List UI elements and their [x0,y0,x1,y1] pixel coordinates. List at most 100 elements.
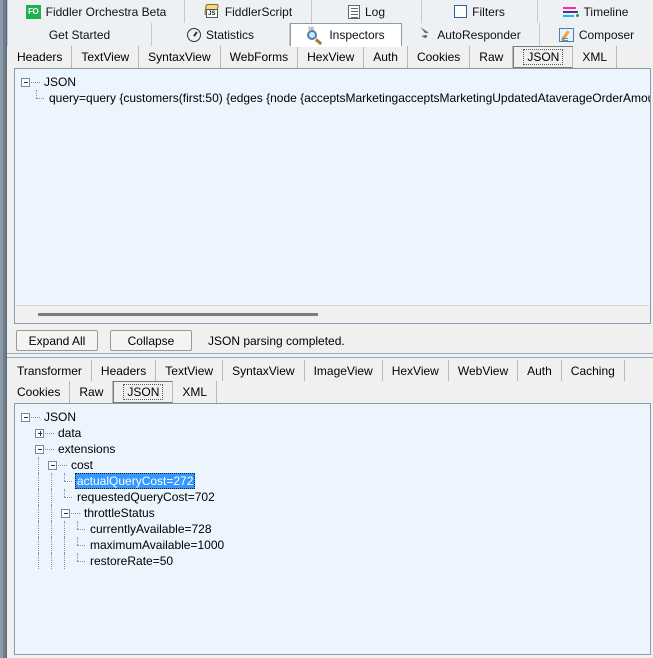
response-tab-transformer[interactable]: Transformer [8,360,92,382]
tab-statistics[interactable]: Statistics [152,23,290,46]
request-tab-hexview[interactable]: HexView [298,46,365,68]
tree-node-label: throttleStatus [84,506,155,520]
tab-label: WebView [457,364,509,378]
tree-node-requested-query-cost[interactable]: requestedQueryCost=702 [21,489,650,505]
inspectors-icon: tab [307,26,324,45]
tree-node-currently-available[interactable]: currentlyAvailable=728 [21,521,650,537]
tree-connector [58,464,67,466]
tab-label: SyntaxView [232,364,295,378]
tab-fiddler-orchestra-beta[interactable]: FO Fiddler Orchestra Beta [7,0,185,23]
response-tab-cookies[interactable]: Cookies [8,381,71,403]
response-tab-raw[interactable]: Raw [70,381,114,403]
tree-node-actual-query-cost[interactable]: actualQueryCost=272 [21,473,650,489]
tree-node-throttle-status[interactable]: throttleStatus [21,505,650,521]
collapse-toggle-icon[interactable] [35,444,44,454]
response-tab-caching[interactable]: Caching [561,360,625,382]
tree-connector [35,473,48,489]
tree-node-label: restoreRate=50 [90,554,174,568]
request-tab-auth[interactable]: Auth [364,46,408,68]
tab-log[interactable]: Log [312,0,422,23]
request-tab-textview[interactable]: TextView [72,46,140,68]
tree-node-label: currentlyAvailable=728 [90,522,212,536]
tree-node-cost[interactable]: cost [21,457,650,473]
left-edge-gutter [0,0,7,658]
response-tab-imageview[interactable]: ImageView [304,360,383,382]
request-tab-cookies[interactable]: Cookies [407,46,471,68]
main-tab-row-2: Get Started Statistics tab Inspectors Au… [7,23,653,47]
filters-icon [454,5,468,18]
expand-all-button[interactable]: Expand All [16,330,98,351]
response-tab-auth[interactable]: Auth [518,360,562,382]
pane-splitter[interactable] [7,353,653,358]
request-tree-horizontal-scrollbar[interactable] [16,305,649,322]
fiddlerscript-icon: JS [204,4,220,19]
request-tab-headers[interactable]: Headers [8,46,73,68]
tab-filters[interactable]: Filters [422,0,538,23]
tree-connector [74,537,87,553]
tab-label: Cookies [416,50,461,64]
tab-inspectors[interactable]: tab Inspectors [290,23,402,47]
tab-label: Filters [472,4,505,19]
tree-node-maximum-available[interactable]: maximumAvailable=1000 [21,537,650,553]
scrollbar-thumb[interactable] [38,313,318,316]
tree-node-label: requestedQueryCost=702 [77,490,215,504]
response-tab-hexview[interactable]: HexView [382,360,449,382]
request-json-tree: JSON query=query {customers(first:50) {e… [15,69,650,106]
tab-fiddlerscript[interactable]: JS FiddlerScript [185,0,312,23]
collapse-toggle-icon[interactable] [48,460,57,470]
collapse-toggle-icon[interactable] [61,508,70,518]
tree-node-extensions[interactable]: extensions [21,441,650,457]
tree-connector [61,473,74,489]
timeline-icon [562,5,579,18]
tree-node-data[interactable]: data [21,425,650,441]
tab-composer[interactable]: Composer [540,23,653,46]
response-json-tree-panel[interactable]: JSON data extensions cost actualQueryCos… [14,403,651,655]
response-tab-headers[interactable]: Headers [91,360,157,382]
tree-connector [31,81,40,83]
tab-label: HexView [391,364,439,378]
response-tab-json[interactable]: JSON [113,381,174,403]
collapse-toggle-icon[interactable] [21,412,30,422]
response-tab-webview[interactable]: WebView [448,360,519,382]
tree-node-restore-rate[interactable]: restoreRate=50 [21,553,650,569]
response-tab-textview[interactable]: TextView [156,360,224,382]
tree-connector [71,512,80,514]
response-inspector-tab-bar-row-2: Cookies Raw JSON XML [8,381,653,403]
tab-label: Caching [570,364,615,378]
tab-timeline[interactable]: Timeline [538,0,653,23]
json-parsing-status: JSON parsing completed. [208,333,345,348]
tree-connector [61,537,74,553]
tab-autoresponder[interactable]: AutoResponder [402,23,540,46]
request-json-tree-panel[interactable]: JSON query=query {customers(first:50) {e… [14,68,651,324]
request-tab-webforms[interactable]: WebForms [220,46,299,68]
tab-label: JSON [523,49,564,65]
tree-connector [35,489,48,505]
tab-label: Transformer [17,364,82,378]
tree-connector [45,432,54,434]
request-tab-syntaxview[interactable]: SyntaxView [139,46,221,68]
collapse-button[interactable]: Collapse [110,330,192,351]
collapse-toggle-icon[interactable] [21,77,30,87]
tree-node-json-root[interactable]: JSON [21,409,650,425]
tab-get-started[interactable]: Get Started [7,23,152,46]
tree-connector [35,505,48,521]
tree-node-label: maximumAvailable=1000 [90,538,225,552]
response-tab-xml[interactable]: XML [173,381,218,403]
tree-connector [45,448,54,450]
tree-connector [48,537,61,553]
tree-node-json-root[interactable]: JSON [21,74,650,90]
expand-toggle-icon[interactable] [35,428,44,438]
tree-node-query[interactable]: query=query {customers(first:50) {edges … [21,90,650,106]
tab-label: WebForms [229,50,289,64]
tab-label: Get Started [48,27,111,42]
fiddler-window: FO Fiddler Orchestra Beta JS FiddlerScri… [0,0,653,658]
tree-connector [48,489,61,505]
response-tab-syntaxview[interactable]: SyntaxView [223,360,305,382]
tab-label: TextView [81,50,130,64]
request-tab-raw[interactable]: Raw [470,46,514,68]
request-tab-xml[interactable]: XML [573,46,618,68]
left-edge-gutter-highlight [0,0,3,658]
statistics-icon [186,27,201,42]
tree-connector [35,553,48,569]
request-tab-json[interactable]: JSON [513,46,574,68]
